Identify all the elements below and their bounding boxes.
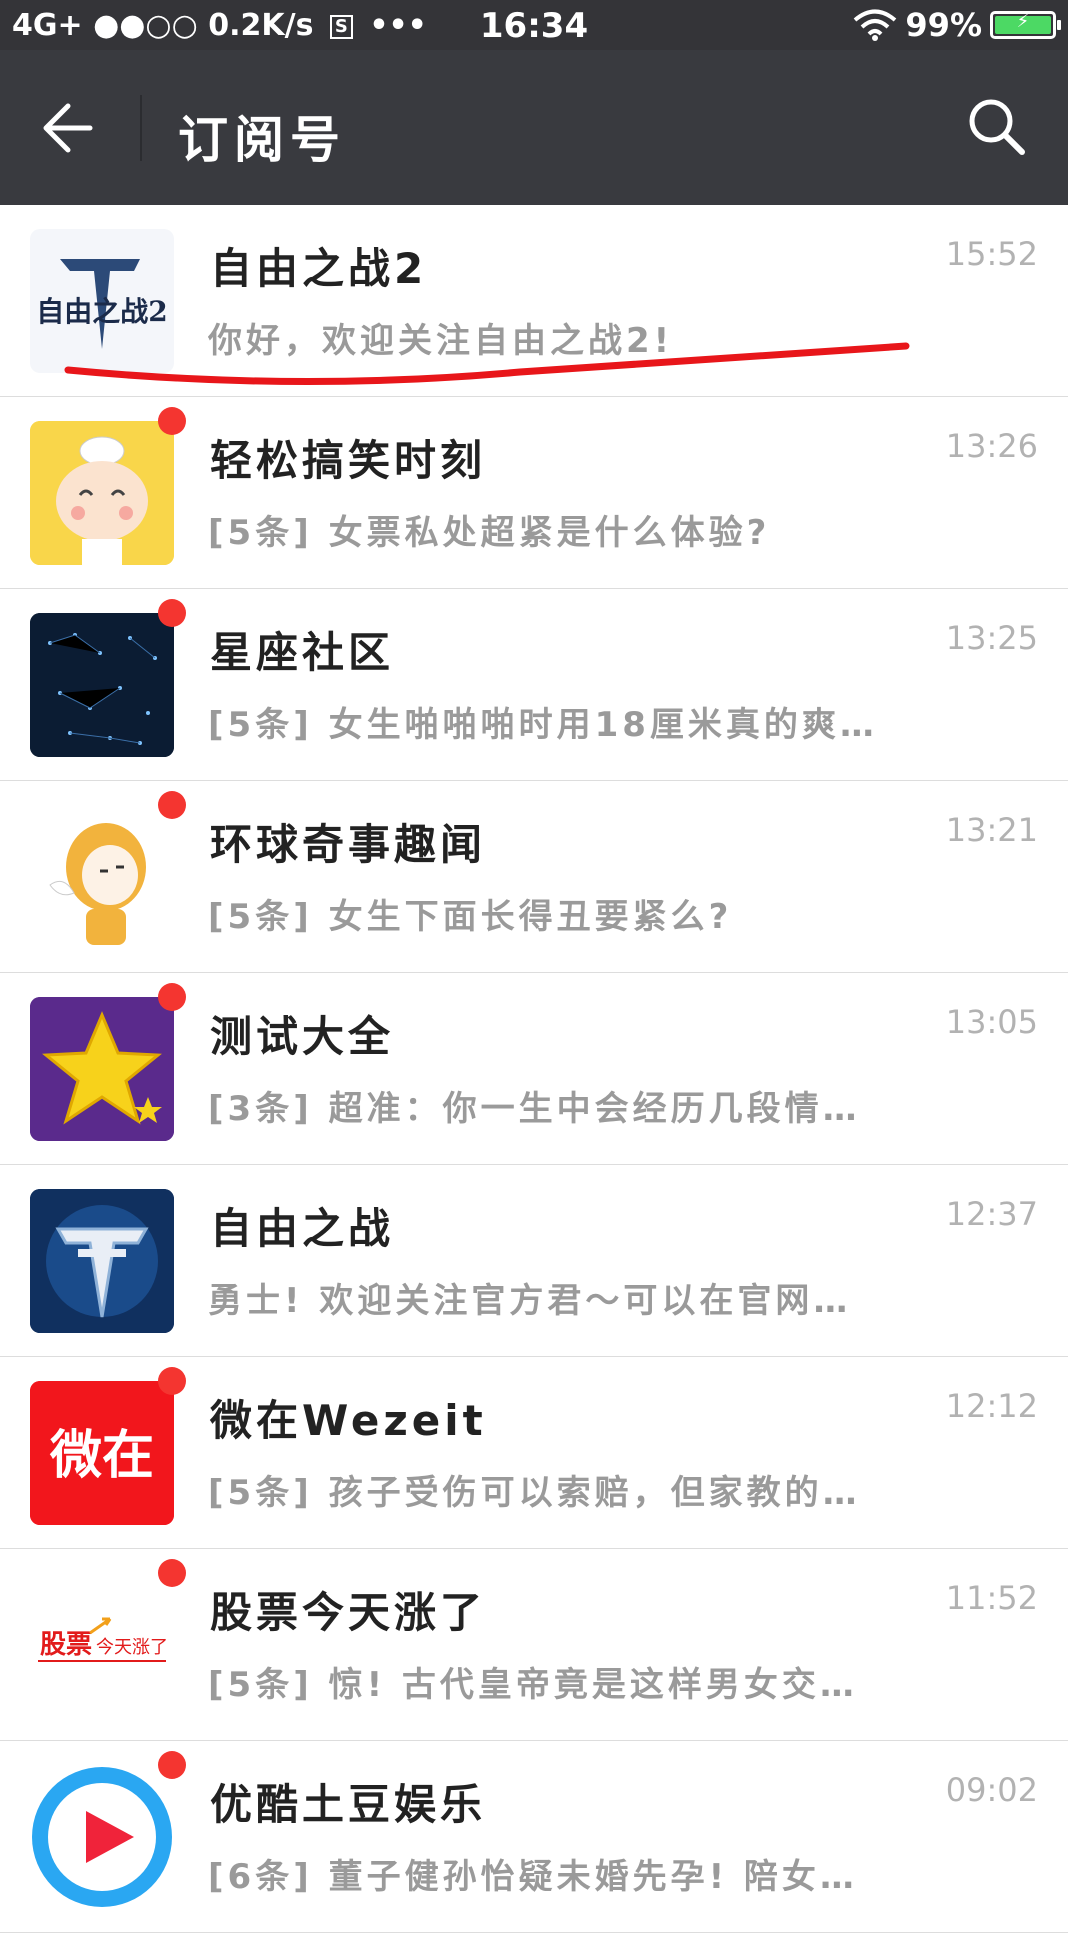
list-item[interactable]: 测试大全 13:05 [3条] 超准：你一生中会经历几段情…	[0, 973, 1068, 1165]
item-message: 你好，欢迎关注自由之战2!	[208, 321, 674, 361]
avatar: 微在	[30, 1381, 174, 1525]
avatar: 自由之战2	[30, 229, 174, 373]
youku-play-icon	[32, 1767, 172, 1907]
avatar	[30, 1189, 174, 1333]
wifi-icon	[854, 9, 897, 41]
item-name: 星座社区	[210, 628, 395, 677]
item-message: [5条] 孩子受伤可以索赔，但家教的…	[208, 1473, 861, 1513]
arrow-left-icon[interactable]	[36, 98, 96, 158]
stock-logo-icon: 股票 今天涨了	[30, 1573, 174, 1717]
avatar-logo-text: 股票	[40, 1630, 92, 1660]
list-item[interactable]: 轻松搞笑时刻 13:26 [5条] 女票私处超紧是什么体验?	[0, 397, 1068, 589]
item-name: 自由之战	[210, 1204, 395, 1253]
navigation-bar: 订阅号	[0, 50, 1068, 205]
item-name: 股票今天涨了	[210, 1588, 487, 1637]
unread-dot	[158, 1559, 186, 1587]
item-message: [5条] 惊! 古代皇帝竟是这样男女交…	[208, 1665, 858, 1705]
item-time: 12:12	[945, 1387, 1038, 1425]
subscription-list: 自由之战2 自由之战2 15:52 你好，欢迎关注自由之战2! 轻松搞笑时刻 1…	[0, 205, 1068, 1933]
item-name: 自由之战2	[210, 244, 428, 293]
unread-dot	[158, 407, 186, 435]
list-item[interactable]: 股票 今天涨了 股票今天涨了 11:52 [5条] 惊! 古代皇帝竟是这样男女交…	[0, 1549, 1068, 1741]
avatar-logo-text: 微在	[49, 1426, 154, 1486]
item-message: [3条] 超准：你一生中会经历几段情…	[208, 1089, 861, 1129]
avatar	[30, 997, 174, 1141]
item-time: 13:25	[945, 619, 1038, 657]
item-message: [5条] 女票私处超紧是什么体验?	[208, 513, 771, 553]
item-time: 09:02	[945, 1771, 1038, 1809]
avatar	[30, 1765, 174, 1909]
item-name: 优酷土豆娱乐	[210, 1780, 487, 1829]
item-message: [5条] 女生下面长得丑要紧么?	[208, 897, 733, 937]
item-message: [6条] 董子健孙怡疑未婚先孕! 陪女…	[208, 1857, 858, 1897]
game-logo-icon: 自由之战2	[30, 229, 174, 373]
item-name: 测试大全	[210, 1012, 395, 1061]
nav-divider	[140, 95, 142, 161]
angel-cartoon-icon	[30, 805, 174, 949]
avatar	[30, 421, 174, 565]
chef-cartoon-icon	[30, 421, 174, 565]
item-time: 13:21	[945, 811, 1038, 849]
list-item[interactable]: 环球奇事趣闻 13:21 [5条] 女生下面长得丑要紧么?	[0, 781, 1068, 973]
avatar: 股票 今天涨了	[30, 1573, 174, 1717]
item-time: 11:52	[945, 1579, 1038, 1617]
page-title: 订阅号	[178, 111, 346, 169]
game-emblem-icon	[30, 1189, 174, 1333]
avatar-logo-subtext: 今天涨了	[96, 1637, 168, 1658]
item-name: 微在Wezeit	[210, 1396, 487, 1445]
item-name: 轻松搞笑时刻	[210, 436, 487, 485]
list-item[interactable]: 自由之战 12:37 勇士! 欢迎关注官方君～可以在官网…	[0, 1165, 1068, 1357]
battery-icon: ⚡	[990, 11, 1061, 39]
list-item[interactable]: 星座社区 13:25 [5条] 女生啪啪啪时用18厘米真的爽…	[0, 589, 1068, 781]
item-message: [5条] 女生啪啪啪时用18厘米真的爽…	[208, 705, 878, 745]
list-item[interactable]: 微在 微在Wezeit 12:12 [5条] 孩子受伤可以索赔，但家教的…	[0, 1357, 1068, 1549]
item-time: 15:52	[945, 235, 1038, 273]
status-bar: 4G+ ●●○○ 0.2K/s S ••• 16:34 99% ⚡	[0, 0, 1068, 50]
item-time: 12:37	[945, 1195, 1038, 1233]
list-item[interactable]: 优酷土豆娱乐 09:02 [6条] 董子健孙怡疑未婚先孕! 陪女…	[0, 1741, 1068, 1933]
status-right: 99% ⚡	[853, 6, 1061, 44]
item-time: 13:05	[945, 1003, 1038, 1041]
unread-dot	[158, 1367, 186, 1395]
unread-dot	[158, 1751, 186, 1779]
star-icon	[30, 997, 174, 1141]
item-time: 13:26	[945, 427, 1038, 465]
battery-percent: 99%	[905, 6, 982, 44]
list-item[interactable]: 自由之战2 自由之战2 15:52 你好，欢迎关注自由之战2!	[0, 205, 1068, 397]
search-icon[interactable]	[964, 94, 1030, 160]
unread-dot	[158, 791, 186, 819]
constellation-icon	[30, 613, 174, 757]
avatar	[30, 805, 174, 949]
wezeit-logo-icon: 微在	[30, 1381, 174, 1525]
avatar	[30, 613, 174, 757]
avatar-logo-text: 自由之战2	[36, 295, 167, 328]
item-message: 勇士! 欢迎关注官方君～可以在官网…	[208, 1281, 852, 1321]
unread-dot	[158, 599, 186, 627]
unread-dot	[158, 983, 186, 1011]
item-name: 环球奇事趣闻	[210, 820, 487, 869]
